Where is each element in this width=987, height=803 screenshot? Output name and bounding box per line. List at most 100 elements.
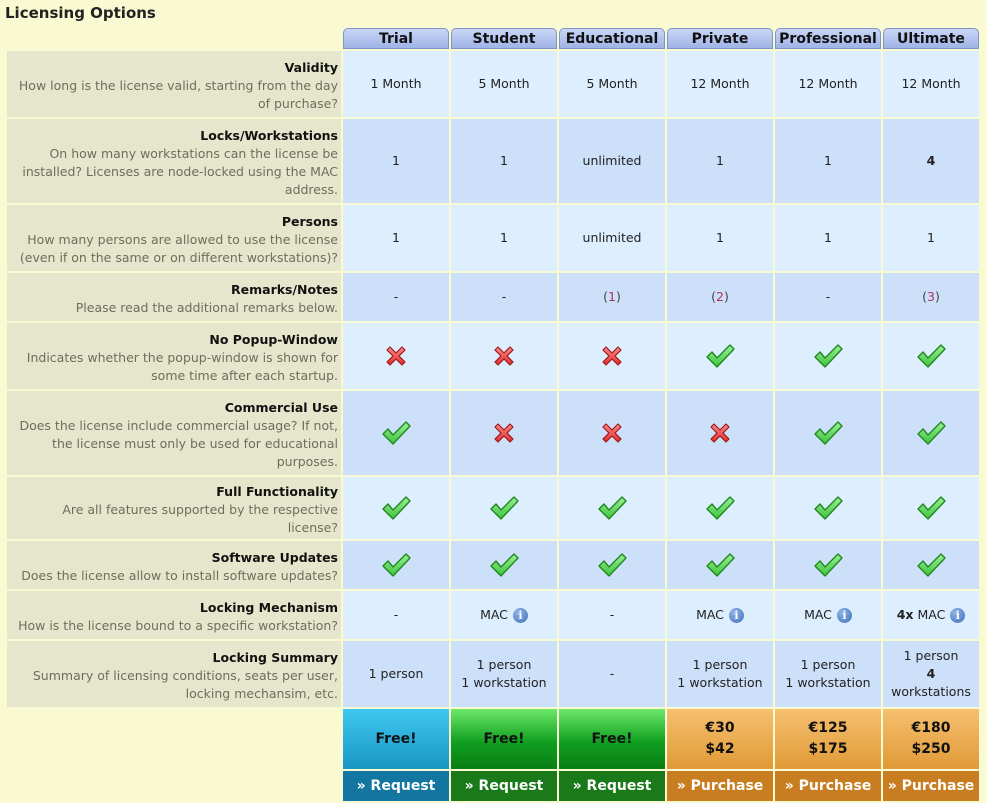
price-secondary: $42	[705, 741, 735, 757]
cell-locks-professional: 1	[775, 119, 881, 203]
summary-line: workstations	[891, 684, 971, 699]
cell-fullfunc-ultimate	[883, 477, 979, 539]
check-icon	[597, 495, 627, 521]
check-icon	[916, 495, 946, 521]
purchase-button-private[interactable]: » Purchase	[667, 771, 773, 801]
cell-value: 12 Month	[798, 76, 858, 91]
info-icon[interactable]: i	[836, 608, 852, 623]
cell-value: 1	[392, 230, 400, 245]
cell-commercial-educational	[559, 391, 665, 475]
cell-nopopup-ultimate	[883, 323, 979, 389]
feature-name: Locks/Workstations	[200, 128, 338, 143]
action-label: » Request	[464, 778, 544, 794]
feature-name: Remarks/Notes	[231, 282, 338, 297]
action-row: » Request » Request » Request » Purchase » P…	[7, 771, 979, 801]
cell-validity-educational: 5 Month	[559, 51, 665, 117]
note-link[interactable]: 3	[927, 289, 935, 304]
plan-header-trial: Trial	[343, 28, 449, 49]
cell-locks-student: 1	[451, 119, 557, 203]
note-link[interactable]: 1	[608, 289, 616, 304]
cell-nopopup-private	[667, 323, 773, 389]
plan-header-professional: Professional	[775, 28, 881, 49]
check-icon	[916, 343, 946, 369]
cell-fullfunc-private	[667, 477, 773, 539]
feature-description: How is the license bound to a specific w…	[18, 618, 338, 633]
action-label: » Purchase	[887, 778, 975, 794]
cell-value: -	[393, 607, 399, 622]
note-link[interactable]: 2	[716, 289, 724, 304]
feature-row-persons: Persons How many persons are allowed to u…	[7, 205, 979, 271]
cell-value: 12 Month	[690, 76, 750, 91]
purchase-button-ultimate[interactable]: » Purchase	[883, 771, 979, 801]
cell-locking-ultimate: 4x MAC i	[883, 591, 979, 639]
price-private: €30 $42	[667, 709, 773, 769]
cell-locks-educational: unlimited	[559, 119, 665, 203]
cell-remarks-ultimate: (3)	[883, 273, 979, 321]
price-row: Free! Free! Free! €30 $42 €125 $175 €180 $250	[7, 709, 979, 769]
feature-row-nopopup: No Popup-Window Indicates whether the pop…	[7, 323, 979, 389]
feature-name: Software Updates	[211, 550, 338, 565]
feature-label-persons: Persons How many persons are allowed to u…	[7, 205, 341, 271]
cell-summary-student: 1 person 1 workstation	[451, 641, 557, 707]
feature-description: How long is the license valid, starting …	[18, 78, 338, 111]
info-icon[interactable]: i	[512, 608, 528, 623]
cell-summary-trial: 1 person	[343, 641, 449, 707]
feature-label-commercial: Commercial Use Does the license include c…	[7, 391, 341, 475]
check-icon	[705, 495, 735, 521]
cell-locks-private: 1	[667, 119, 773, 203]
price-student: Free!	[451, 709, 557, 769]
price-trial: Free!	[343, 709, 449, 769]
feature-description: Please read the additional remarks below…	[75, 300, 338, 315]
feature-name: Full Functionality	[216, 484, 338, 499]
cell-fullfunc-educational	[559, 477, 665, 539]
check-icon	[489, 552, 519, 578]
action-spacer	[7, 771, 341, 801]
summary-line: 1 workstation	[677, 675, 763, 690]
info-icon[interactable]: i	[728, 608, 744, 623]
feature-label-nopopup: No Popup-Window Indicates whether the pop…	[7, 323, 341, 389]
price-educational: Free!	[559, 709, 665, 769]
check-icon	[813, 552, 843, 578]
info-icon[interactable]: i	[950, 608, 966, 623]
feature-row-remarks: Remarks/Notes Please read the additional …	[7, 273, 979, 321]
price-primary: Free!	[375, 730, 417, 747]
cell-value: -	[501, 289, 507, 304]
cell-remarks-professional: -	[775, 273, 881, 321]
feature-label-locks: Locks/Workstations On how many workstatio…	[7, 119, 341, 203]
cell-updates-ultimate	[883, 541, 979, 589]
price-primary: Free!	[483, 730, 525, 747]
summary-line: 1 person	[692, 657, 748, 672]
plan-header-student: Student	[451, 28, 557, 49]
feature-description: How many persons are allowed to use the …	[19, 232, 338, 265]
cell-summary-professional: 1 person 1 workstation	[775, 641, 881, 707]
cell-fullfunc-trial	[343, 477, 449, 539]
check-icon	[381, 420, 411, 446]
check-icon	[705, 343, 735, 369]
cell-persons-professional: 1	[775, 205, 881, 271]
cross-icon	[600, 344, 624, 368]
request-button-student[interactable]: » Request	[451, 771, 557, 801]
feature-row-summary: Locking Summary Summary of licensing cond…	[7, 641, 979, 707]
price-ultimate: €180 $250	[883, 709, 979, 769]
cell-value: 1	[824, 230, 832, 245]
cell-updates-private	[667, 541, 773, 589]
feature-name: No Popup-Window	[209, 332, 338, 347]
mac-label: MAC	[480, 607, 508, 622]
cell-updates-professional	[775, 541, 881, 589]
cell-value: -	[609, 607, 615, 622]
note-paren-close: )	[934, 289, 940, 304]
request-button-trial[interactable]: » Request	[343, 771, 449, 801]
check-icon	[916, 552, 946, 578]
request-button-educational[interactable]: » Request	[559, 771, 665, 801]
price-primary: €180	[911, 720, 951, 736]
cell-persons-student: 1	[451, 205, 557, 271]
feature-description: Summary of licensing conditions, seats p…	[32, 668, 338, 701]
check-icon	[597, 552, 627, 578]
cell-summary-ultimate: 1 person 4 workstations	[883, 641, 979, 707]
purchase-button-professional[interactable]: » Purchase	[775, 771, 881, 801]
note-paren-close: )	[723, 289, 729, 304]
cell-persons-private: 1	[667, 205, 773, 271]
check-icon	[813, 495, 843, 521]
cell-remarks-private: (2)	[667, 273, 773, 321]
summary-line: 1 person	[368, 666, 424, 681]
